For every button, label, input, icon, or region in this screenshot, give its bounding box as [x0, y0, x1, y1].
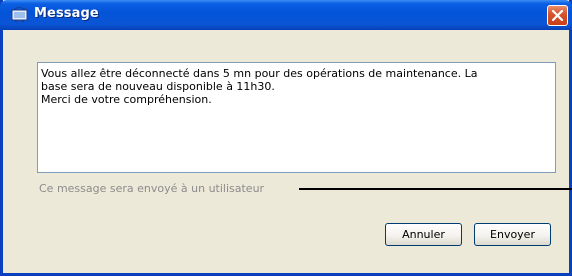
message-dialog: Message Vous allez être déconnecté dans … — [0, 0, 572, 276]
separator-line — [299, 188, 572, 190]
recipient-info-label: Ce message sera envoyé à un utilisateur — [39, 182, 265, 195]
close-icon — [552, 10, 563, 21]
title-bar[interactable]: Message — [0, 0, 572, 30]
close-button[interactable] — [547, 5, 568, 26]
message-board-icon — [11, 6, 29, 22]
message-textarea[interactable]: Vous allez être déconnecté dans 5 mn pou… — [37, 62, 556, 173]
window-title: Message — [34, 6, 99, 21]
cancel-button[interactable]: Annuler — [385, 223, 462, 246]
send-button[interactable]: Envoyer — [474, 223, 551, 246]
